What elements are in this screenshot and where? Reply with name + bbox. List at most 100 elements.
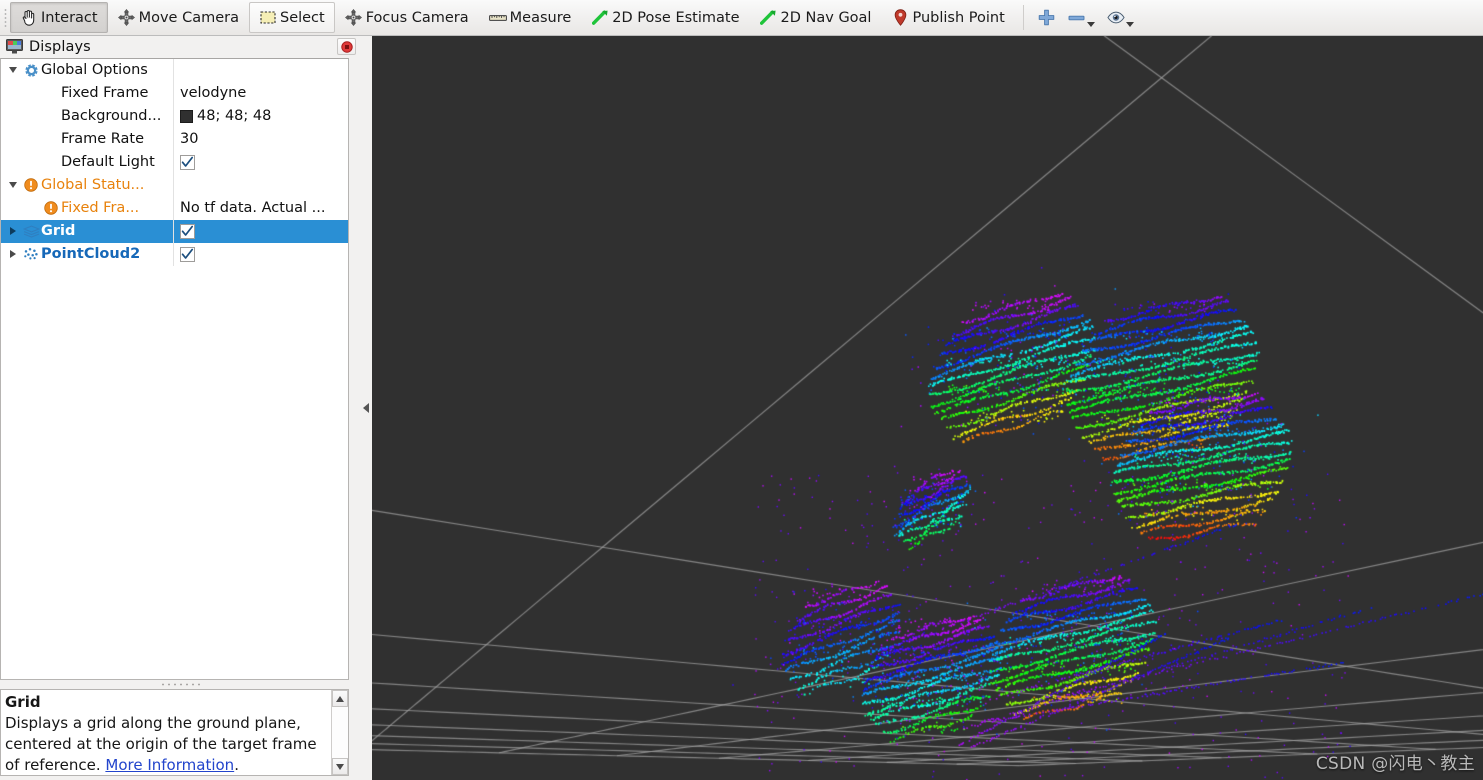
help-tail: . — [234, 756, 239, 775]
main-toolbar: Interact Move Camera Select Focus Camera — [0, 0, 1483, 36]
toolbar-action-plus[interactable] — [1032, 2, 1062, 33]
tree-item-value[interactable]: No tf data. Actual ... — [173, 196, 348, 220]
tree-item-value — [173, 58, 348, 82]
tree-item-label: Default Light — [61, 154, 155, 171]
displays-tree: Global Options Fixed Frame velodyne Backgro… — [1, 58, 348, 266]
pointcloud-canvas[interactable] — [372, 36, 1483, 780]
tree-item-value[interactable]: 30 — [173, 127, 348, 151]
tree-item-value[interactable] — [173, 219, 348, 243]
tree-item-label: Frame Rate — [61, 131, 145, 148]
tree-row-pointcloud2[interactable]: PointCloud2 — [1, 242, 348, 266]
value-text: velodyne — [180, 85, 247, 102]
chevron-left-icon — [363, 403, 369, 413]
warn-icon — [41, 199, 61, 217]
tool-button-label: Interact — [41, 9, 98, 26]
displays-panel-header: Displays — [0, 36, 360, 58]
more-information-link[interactable]: More Information — [105, 756, 234, 774]
panel-splitter[interactable] — [0, 680, 360, 689]
tool-button-move-camera[interactable]: Move Camera — [108, 2, 249, 33]
help-text: Grid Displays a grid along the ground pl… — [1, 690, 331, 775]
tool-button-publish-point[interactable]: Publish Point — [881, 2, 1014, 33]
expand-arrow-icon[interactable] — [5, 250, 21, 259]
tool-button-interact[interactable]: Interact — [10, 2, 108, 33]
chevron-down-icon[interactable] — [1125, 22, 1134, 27]
tree-item-value[interactable] — [173, 150, 348, 174]
gear-icon — [22, 61, 40, 79]
visibility-checkbox[interactable] — [179, 153, 197, 171]
tree-item-label: Global Statu... — [41, 177, 145, 194]
tool-button-label: Move Camera — [138, 9, 239, 26]
tree-item-value[interactable] — [173, 242, 348, 266]
focus-camera-icon — [345, 9, 363, 27]
help-scrollbar[interactable] — [331, 690, 348, 775]
warn-icon — [21, 176, 41, 194]
tree-item-label: Grid — [41, 223, 76, 240]
tool-button-select[interactable]: Select — [248, 2, 335, 33]
nav-arrow-icon — [760, 9, 778, 27]
help-panel: Grid Displays a grid along the ground pl… — [0, 689, 349, 776]
map-pin-icon — [891, 9, 909, 27]
toolbar-action-eye[interactable] — [1101, 2, 1140, 33]
tool-button-2d-pose-estimate[interactable]: 2D Pose Estimate — [581, 2, 749, 33]
displays-dock: Displays Global Options Fixed Frame velody… — [0, 36, 360, 780]
tool-button-label: 2D Pose Estimate — [612, 9, 740, 26]
color-swatch[interactable] — [180, 109, 193, 123]
scroll-up-icon[interactable] — [332, 690, 348, 708]
tree-item-label: Fixed Fra... — [61, 200, 140, 217]
check-icon — [179, 222, 197, 240]
collapse-arrow-icon[interactable] — [5, 182, 21, 189]
visibility-checkbox[interactable] — [179, 222, 197, 240]
tree-row-grid[interactable]: Grid — [1, 219, 348, 243]
tree-row-default-light[interactable]: Default Light — [1, 150, 348, 174]
expand-arrow-icon[interactable] — [5, 227, 21, 236]
help-title: Grid — [5, 693, 41, 712]
close-icon[interactable] — [337, 38, 356, 56]
tree-item-label: PointCloud2 — [41, 246, 141, 263]
chevron-down-icon[interactable] — [1086, 22, 1095, 27]
move-camera-icon — [118, 9, 136, 27]
grid-icon — [22, 222, 40, 240]
color-value-text: 48; 48; 48 — [197, 108, 272, 125]
tree-item-label: Fixed Frame — [61, 85, 149, 102]
tree-item-value[interactable]: velodyne — [173, 81, 348, 105]
monitor-icon — [5, 38, 23, 56]
collapse-arrow-icon[interactable] — [5, 67, 21, 74]
check-icon — [179, 153, 197, 171]
toolbar-action-minus[interactable] — [1062, 2, 1101, 33]
tree-row-global-options[interactable]: Global Options — [1, 58, 348, 82]
warn-icon — [22, 176, 40, 194]
scrollbar-track[interactable] — [332, 707, 348, 758]
value-text: No tf data. Actual ... — [180, 200, 326, 217]
dock-collapse-handle[interactable] — [360, 36, 372, 780]
tool-button-label: Focus Camera — [365, 9, 469, 26]
rviz-window: Interact Move Camera Select Focus Camera — [0, 0, 1483, 780]
tree-row-background[interactable]: Background... 48; 48; 48 — [1, 104, 348, 128]
displays-tree-container[interactable]: Global Options Fixed Frame velodyne Backgro… — [0, 57, 349, 681]
tool-button-measure[interactable]: Measure — [479, 2, 582, 33]
scroll-down-icon[interactable] — [332, 758, 348, 775]
tree-row-fixed-frame[interactable]: Fixed Frame velodyne — [1, 81, 348, 105]
tree-item-value[interactable]: 48; 48; 48 — [173, 104, 348, 128]
visibility-checkbox[interactable] — [179, 245, 197, 263]
tree-item-label: Background... — [61, 108, 162, 125]
pointcloud-icon — [21, 245, 41, 263]
tree-row-frame-rate[interactable]: Frame Rate 30 — [1, 127, 348, 151]
tree-row-global-statu[interactable]: Global Statu... — [1, 173, 348, 197]
value-text: 30 — [180, 131, 199, 148]
minus-icon — [1068, 9, 1086, 27]
tree-row-fixed-fra[interactable]: Fixed Fra... No tf data. Actual ... — [1, 196, 348, 220]
pointcloud-icon — [22, 245, 40, 263]
toolbar-grip[interactable] — [0, 0, 10, 35]
hand-icon — [20, 9, 38, 27]
displays-panel-title: Displays — [29, 38, 91, 55]
check-icon — [179, 245, 197, 263]
render-viewport[interactable]: CSDN @闪电丶教主 — [372, 36, 1483, 780]
tool-button-focus-camera[interactable]: Focus Camera — [335, 2, 479, 33]
tool-button-label: Publish Point — [912, 9, 1005, 26]
tool-button-label: Select — [279, 9, 325, 26]
tree-item-value — [173, 173, 348, 197]
toolbar-separator — [1022, 5, 1024, 30]
plus-icon — [1038, 9, 1056, 27]
gear-icon — [21, 61, 41, 79]
tool-button-2d-nav-goal[interactable]: 2D Nav Goal — [750, 2, 882, 33]
